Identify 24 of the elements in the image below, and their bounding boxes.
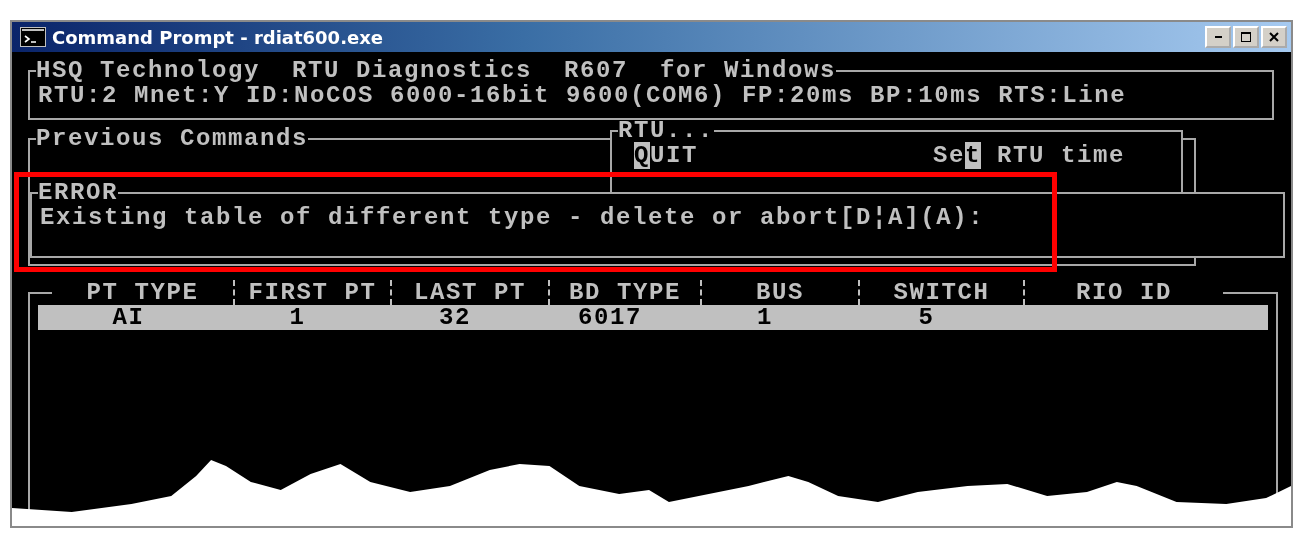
table-cell-text: 32: [438, 305, 472, 330]
maximize-button[interactable]: [1233, 26, 1259, 48]
table-cell-text: AI: [111, 305, 146, 330]
minimize-button[interactable]: [1205, 26, 1231, 48]
dialog-title: ERROR: [38, 179, 118, 206]
window-title: Command Prompt - rdiat600.exe: [52, 26, 384, 48]
table-row[interactable]: AI 1 32 6017 1 5: [38, 305, 1268, 330]
menu-item[interactable]: Set RTU time: [932, 143, 1125, 168]
table-cell-text: 5: [917, 305, 936, 330]
table-cell-text: 6017: [577, 305, 643, 330]
column-header: PT TYPE: [85, 280, 200, 305]
error-message: Existing table of different type - delete or abort[D¦A](A):: [40, 205, 986, 230]
connection-status: RTU:2 Mnet:Y ID:NoCOS 6000-16bit 9600(COM6) FP:20ms BP:10ms RTS:Line: [38, 83, 1128, 108]
table-cell-text: 1: [288, 305, 307, 330]
menu-item[interactable]: QUIT: [634, 143, 699, 168]
panel-title: Previous Commands: [36, 125, 309, 152]
close-icon: [1268, 31, 1280, 43]
maximize-icon: [1240, 31, 1252, 43]
program-title: HSQ Technology RTU Diagnostics R607 for Windows: [36, 57, 837, 84]
table-cell-text: 1: [756, 305, 774, 330]
close-button[interactable]: [1261, 26, 1287, 48]
menu-title: RTU...: [618, 117, 714, 144]
minimize-icon: [1214, 36, 1222, 38]
console-icon: [20, 27, 46, 47]
